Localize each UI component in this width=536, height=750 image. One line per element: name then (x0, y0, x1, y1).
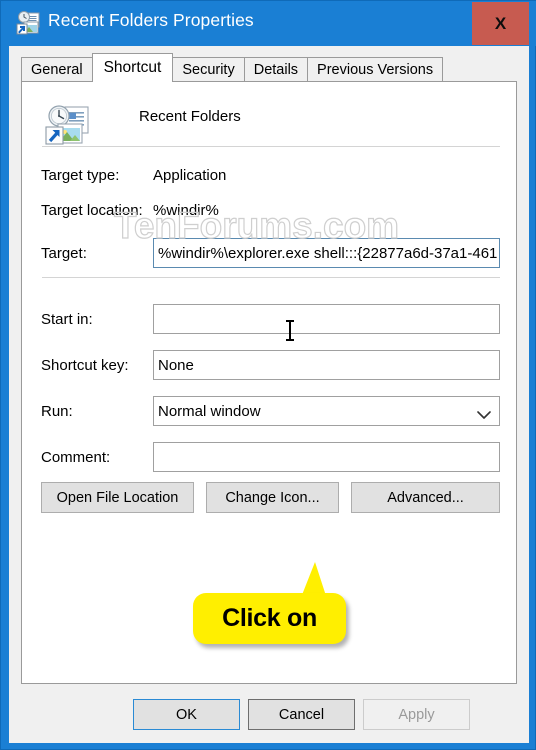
tab-details[interactable]: Details (243, 57, 309, 82)
window-title: Recent Folders Properties (48, 10, 254, 30)
cancel-label: Cancel (278, 706, 325, 723)
tab-shortcut-label: Shortcut (103, 59, 162, 76)
start-in-label: Start in: (41, 311, 93, 328)
ok-label: OK (176, 706, 197, 723)
click-on-callout: Click on (193, 593, 346, 644)
target-type-label: Target type: (41, 167, 120, 184)
tab-general[interactable]: General (21, 57, 93, 82)
cancel-button[interactable]: Cancel (248, 699, 355, 730)
shortcut-name: Recent Folders (139, 108, 241, 125)
target-location-value: %windir% (153, 202, 219, 219)
open-file-location-button[interactable]: Open File Location (41, 482, 194, 513)
tab-security[interactable]: Security (172, 57, 245, 82)
tab-previous-versions[interactable]: Previous Versions (307, 57, 444, 82)
shortcut-header-icon (44, 104, 91, 148)
target-label: Target: (41, 245, 87, 262)
apply-label: Apply (398, 706, 435, 723)
close-button[interactable]: X (472, 2, 529, 45)
advanced-button[interactable]: Advanced... (351, 482, 500, 513)
properties-window: Recent Folders Properties X General Shor… (0, 0, 536, 750)
target-location-label: Target location: (41, 202, 143, 219)
tab-shortcut[interactable]: Shortcut (91, 53, 174, 82)
close-icon: X (494, 14, 507, 33)
recent-folders-shortcut-icon (15, 10, 41, 36)
text-cursor-icon (286, 320, 294, 341)
run-select[interactable]: Normal window (153, 396, 500, 426)
apply-button: Apply (363, 699, 470, 730)
tab-details-label: Details (253, 62, 299, 78)
comment-label: Comment: (41, 449, 111, 466)
tab-general-label: General (31, 62, 83, 78)
shortcut-key-label: Shortcut key: (41, 357, 129, 374)
tab-previous-versions-label: Previous Versions (317, 62, 434, 78)
run-label: Run: (41, 403, 73, 420)
callout-label: Click on (222, 604, 317, 632)
separator-top (42, 146, 500, 147)
ok-button[interactable]: OK (133, 699, 240, 730)
target-input-value: %windir%\explorer.exe shell:::{22877a6d-… (158, 244, 498, 262)
shortcut-key-input[interactable]: None (153, 350, 500, 380)
open-file-location-label: Open File Location (56, 489, 179, 506)
comment-input[interactable] (153, 442, 500, 472)
separator-middle (42, 277, 500, 278)
run-select-value: Normal window (158, 402, 261, 420)
change-icon-label: Change Icon... (225, 489, 320, 506)
tab-security-label: Security (182, 62, 235, 78)
tab-strip: General Shortcut Security Details Previo… (21, 53, 444, 82)
advanced-label: Advanced... (387, 489, 464, 506)
target-input[interactable]: %windir%\explorer.exe shell:::{22877a6d-… (153, 238, 500, 268)
title-bar: Recent Folders Properties X (1, 1, 536, 46)
chevron-down-icon (477, 407, 491, 419)
shortcut-key-input-value: None (158, 356, 194, 374)
dialog-body: General Shortcut Security Details Previo… (9, 46, 529, 743)
target-type-value: Application (153, 167, 227, 184)
change-icon-button[interactable]: Change Icon... (206, 482, 339, 513)
start-in-input[interactable] (153, 304, 500, 334)
